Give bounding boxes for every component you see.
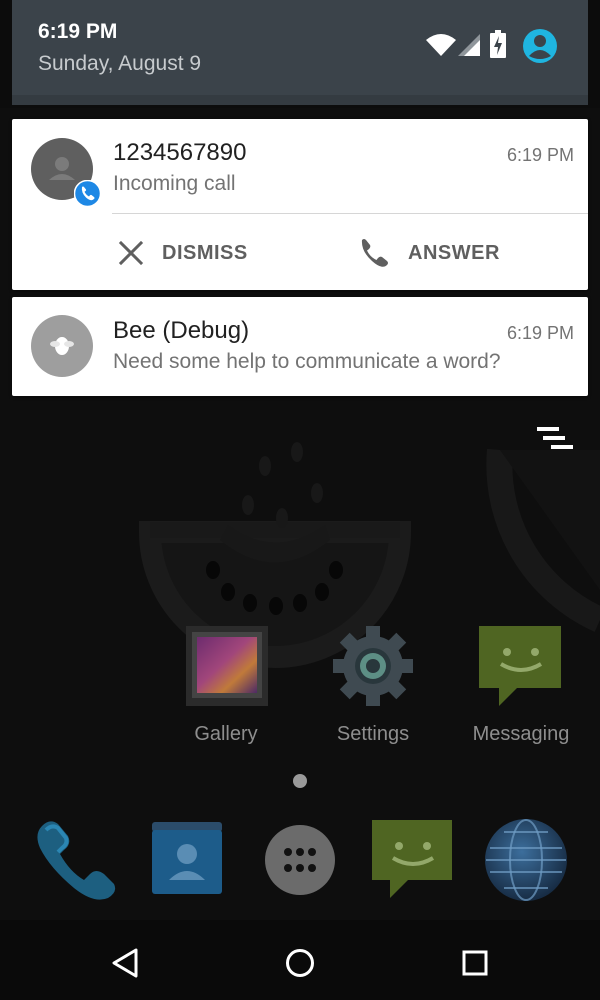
date: Sunday, August 9 <box>38 52 202 75</box>
incoming-call-notification[interactable]: 1234567890 Incoming call 6:19 PM DISMISS… <box>12 119 588 290</box>
notification-title: 1234567890 <box>113 139 247 166</box>
phone-badge-icon <box>74 180 101 207</box>
messaging-icon <box>372 820 452 898</box>
browser-icon <box>485 819 567 901</box>
app-drawer-icon <box>265 825 335 895</box>
settings-icon <box>333 626 413 706</box>
wifi-icon <box>426 34 456 56</box>
quick-settings-header: 6:19 PM Sunday, August 9 <box>0 0 600 108</box>
notification-text: Incoming call <box>113 172 236 195</box>
dock-phone[interactable] <box>32 816 118 900</box>
settings-label: Settings <box>336 723 410 745</box>
recents-icon[interactable] <box>462 950 488 976</box>
navigation-bar <box>0 920 600 1000</box>
page-indicator <box>293 774 307 788</box>
status-icons <box>400 28 560 64</box>
clock: 6:19 PM <box>38 20 118 43</box>
contacts-icon <box>152 822 222 894</box>
home-icon[interactable] <box>285 948 315 978</box>
phone-icon <box>361 239 388 267</box>
gallery-app[interactable] <box>186 626 268 706</box>
dock-messaging[interactable] <box>370 816 456 902</box>
messaging-icon <box>479 626 561 706</box>
phone-icon <box>37 821 116 900</box>
messaging-app[interactable] <box>477 622 565 710</box>
cell-signal-icon <box>458 34 480 56</box>
back-icon[interactable] <box>110 948 140 978</box>
dock-app-drawer[interactable] <box>264 824 336 896</box>
answer-label: ANSWER <box>408 241 500 264</box>
clear-all-icon[interactable] <box>535 425 575 455</box>
settings-app[interactable] <box>331 624 415 708</box>
header-panel[interactable]: 6:19 PM Sunday, August 9 <box>12 0 588 105</box>
battery-charging-icon <box>490 30 506 58</box>
notification-title: Bee (Debug) <box>113 317 250 344</box>
dismiss-button[interactable]: DISMISS <box>118 233 248 273</box>
close-icon <box>118 240 144 266</box>
gallery-icon <box>186 626 268 706</box>
messaging-label: Messaging <box>472 723 570 745</box>
dismiss-label: DISMISS <box>162 241 248 264</box>
divider <box>112 213 588 214</box>
notification-time: 6:19 PM <box>506 145 574 165</box>
account-icon[interactable] <box>522 28 558 64</box>
notification-time: 6:19 PM <box>506 323 574 343</box>
bee-notification[interactable]: Bee (Debug) Need some help to communicat… <box>12 297 588 396</box>
notification-text: Need some help to communicate a word? <box>113 350 501 373</box>
answer-button[interactable]: ANSWER <box>358 233 500 273</box>
bee-app-icon <box>31 315 93 377</box>
dock-browser[interactable] <box>484 818 568 902</box>
dock-contacts[interactable] <box>152 822 222 896</box>
gallery-label: Gallery <box>194 723 258 745</box>
